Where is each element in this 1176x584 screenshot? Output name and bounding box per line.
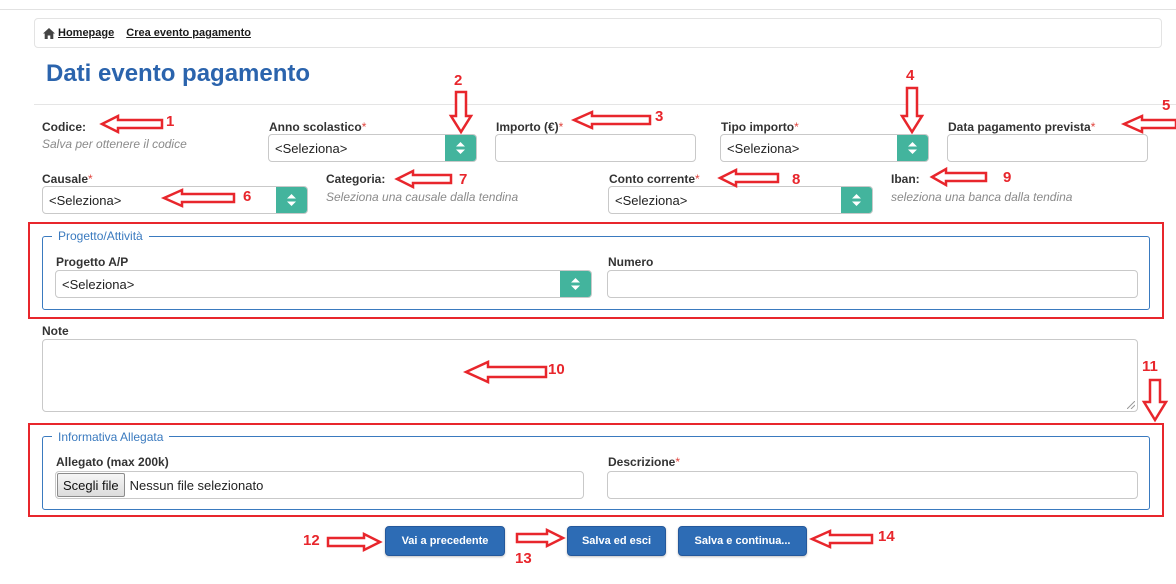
progetto-ap-value: <Seleziona> [62,276,135,292]
informativa-legend: Informativa Allegata [52,430,170,444]
iban-label: Iban: [891,172,920,186]
note-label: Note [42,324,69,338]
annotation-number-14: 14 [878,528,895,545]
numero-input[interactable] [607,270,1138,298]
annotation-arrow-9 [929,166,988,188]
breadcrumb-current-link[interactable]: Crea evento pagamento [126,27,251,39]
annotation-number-9: 9 [1003,169,1012,186]
allegato-label: Allegato (max 200k) [56,455,169,469]
categoria-hint: Seleziona una causale dalla tendina [326,190,519,204]
select-arrows-icon [276,187,307,213]
conto-corrente-label: Conto corrente* [609,172,700,186]
annotation-number-13: 13 [515,550,532,567]
breadcrumb-home-link[interactable]: Homepage [58,27,114,39]
annotation-number-12: 12 [303,532,320,549]
numero-label: Numero [608,255,654,269]
anno-scolastico-label: Anno scolastico* [269,120,367,134]
causale-value: <Seleziona> [49,192,122,208]
causale-label: Causale* [42,172,93,186]
progetto-ap-select[interactable]: <Seleziona> [55,270,592,298]
note-textarea[interactable] [42,339,1138,412]
annotation-number-3: 3 [655,108,664,125]
data-pagamento-input[interactable] [947,134,1148,162]
conto-corrente-select[interactable]: <Seleziona> [608,186,873,214]
annotation-number-4: 4 [906,67,915,84]
annotation-number-2: 2 [454,72,463,89]
annotation-number-8: 8 [792,171,801,188]
annotation-arrow-8 [717,167,780,189]
codice-hint: Salva per ottenere il codice [42,137,187,151]
allegato-file-input[interactable]: Scegli file Nessun file selezionato [55,471,584,499]
annotation-arrow-11 [1141,378,1169,423]
top-divider [0,9,1176,10]
annotation-arrow-10 [462,360,548,384]
annotation-arrow-7 [394,168,453,190]
save-continue-button[interactable]: Salva e continua... [678,526,807,556]
categoria-label: Categoria: [326,172,386,186]
annotation-number-1: 1 [166,113,175,130]
codice-label: Codice: [42,120,87,134]
annotation-arrow-4 [899,86,925,135]
annotation-arrow-13 [515,527,566,549]
annotation-number-10: 10 [548,361,565,378]
annotation-arrow-6 [160,188,236,208]
prev-button[interactable]: Vai a precedente [385,526,505,556]
tipo-importo-value: <Seleziona> [727,140,800,156]
annotation-number-5: 5 [1162,97,1171,114]
annotation-number-7: 7 [459,171,468,188]
select-arrows-icon [897,135,928,161]
annotation-number-6: 6 [243,188,252,205]
title-divider [34,104,1176,105]
annotation-arrow-12 [326,531,383,553]
data-pagamento-label: Data pagamento prevista* [948,120,1096,134]
file-status: Nessun file selezionato [129,477,264,493]
iban-hint: seleziona una banca dalla tendina [891,190,1073,204]
select-arrows-icon [841,187,872,213]
annotation-number-11: 11 [1142,358,1158,375]
annotation-arrow-3 [570,110,652,130]
anno-scolastico-select[interactable]: <Seleziona> [268,134,477,162]
progetto-legend: Progetto/Attività [52,229,149,243]
annotation-arrow-5 [1120,114,1176,134]
select-arrows-icon [560,271,591,297]
conto-corrente-value: <Seleziona> [615,192,688,208]
annotation-arrow-2 [448,90,474,135]
resize-handle-icon[interactable] [1127,401,1135,409]
importo-input[interactable] [495,134,696,162]
descrizione-label: Descrizione* [608,455,681,469]
breadcrumb: Homepage Crea evento pagamento [34,18,1162,48]
annotation-arrow-1 [99,113,164,135]
tipo-importo-label: Tipo importo* [721,120,799,134]
tipo-importo-select[interactable]: <Seleziona> [720,134,929,162]
annotation-arrow-14 [808,529,874,549]
importo-label: Importo (€)* [496,120,564,134]
select-arrows-icon [445,135,476,161]
page-title: Dati evento pagamento [46,60,311,87]
progetto-ap-label: Progetto A/P [56,255,129,269]
home-icon [43,27,55,39]
scegli-file-button[interactable]: Scegli file [57,473,125,497]
descrizione-input[interactable] [607,471,1138,499]
anno-scolastico-value: <Seleziona> [275,140,348,156]
save-exit-button[interactable]: Salva ed esci [567,526,666,556]
